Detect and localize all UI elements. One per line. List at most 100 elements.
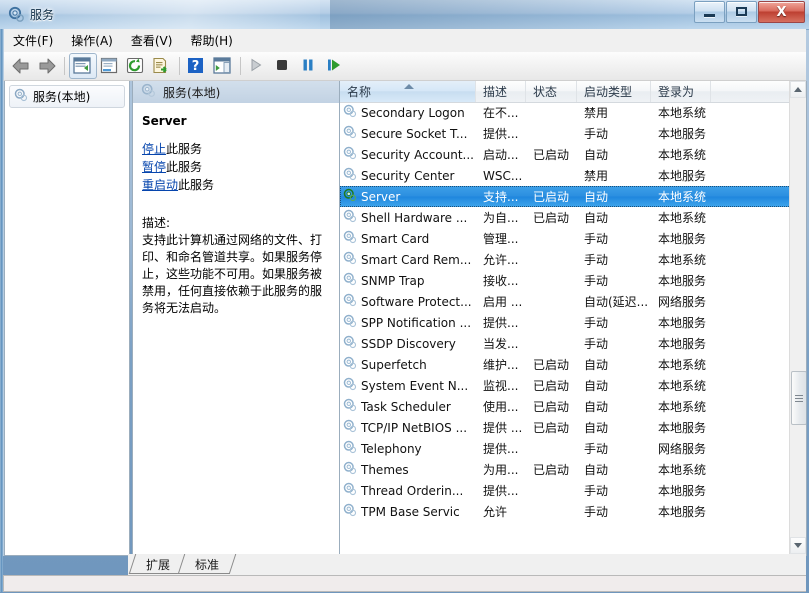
- scroll-up-button[interactable]: [790, 81, 806, 98]
- scrollbar-thumb[interactable]: [791, 371, 807, 425]
- table-row[interactable]: Secure Socket T...提供...手动本地服务: [340, 123, 791, 144]
- tab-standard[interactable]: 标准: [181, 554, 233, 574]
- back-icon[interactable]: [8, 54, 34, 78]
- menu-file[interactable]: 文件(F): [4, 29, 62, 52]
- table-row[interactable]: Smart Card Rem...允许...手动本地系统: [340, 249, 791, 270]
- window-title: 服务: [30, 6, 54, 23]
- cell-startup-type: 自动(延迟...: [577, 293, 651, 310]
- table-row[interactable]: TCP/IP NetBIOS ...提供 ...已启动自动本地服务: [340, 417, 791, 438]
- cell-service-name: Software Protect...: [340, 293, 476, 310]
- table-row[interactable]: Server支持...已启动自动本地系统: [340, 186, 791, 207]
- cell-service-name: Smart Card: [340, 230, 476, 247]
- cell-service-name: Themes: [340, 461, 476, 478]
- cell-service-name: Superfetch: [340, 356, 476, 373]
- column-spacer[interactable]: [711, 81, 791, 102]
- export-list-icon[interactable]: [149, 54, 175, 78]
- cell-description: 提供...: [476, 440, 526, 457]
- table-row[interactable]: System Event N...监视...已启动自动本地系统: [340, 375, 791, 396]
- content-area: 服务(本地) 服务(本地) Server: [3, 81, 806, 556]
- column-name[interactable]: 名称: [340, 81, 476, 102]
- cell-status: 已启动: [526, 377, 577, 394]
- cell-service-name: Secondary Logon: [340, 104, 476, 121]
- cell-service-name: System Event N...: [340, 377, 476, 394]
- menu-view[interactable]: 查看(V): [122, 29, 182, 52]
- tab-extended[interactable]: 扩展: [132, 554, 184, 574]
- service-name-label: Server: [361, 190, 400, 204]
- table-row[interactable]: Themes为用...已启动自动本地系统: [340, 459, 791, 480]
- stop-service-link[interactable]: 停止此服务: [142, 142, 331, 157]
- svg-text:?: ?: [192, 59, 200, 74]
- show-hide-tree-icon[interactable]: [69, 53, 97, 79]
- cell-service-name: Security Center: [340, 167, 476, 184]
- service-name-label: Themes: [361, 463, 409, 477]
- cell-logon-as: 本地服务: [651, 167, 711, 184]
- table-row[interactable]: Smart Card管理...手动本地服务: [340, 228, 791, 249]
- stop-service-icon[interactable]: [271, 54, 297, 78]
- sort-ascending-icon: [404, 84, 414, 89]
- services-window: 服务 X 文件(F) 操作(A) 查看(V) 帮助(H): [0, 0, 809, 593]
- minimize-button[interactable]: [694, 1, 725, 23]
- table-row[interactable]: Task Scheduler使用...已启动自动本地系统: [340, 396, 791, 417]
- pause-service-icon[interactable]: [297, 54, 323, 78]
- maximize-button[interactable]: [726, 1, 757, 23]
- table-row[interactable]: Telephony提供...手动网络服务: [340, 438, 791, 459]
- service-name-label: SPP Notification ...: [361, 316, 471, 330]
- close-button[interactable]: X: [758, 1, 805, 23]
- cell-logon-as: 本地系统: [651, 377, 711, 394]
- cell-status: 已启动: [526, 461, 577, 478]
- column-logon-as[interactable]: 登录为: [651, 81, 711, 102]
- table-row[interactable]: Security Account...启动...已启动自动本地系统: [340, 144, 791, 165]
- cell-description: 提供...: [476, 482, 526, 499]
- services-gear-icon: [343, 104, 357, 121]
- tree-pane: 服务(本地): [4, 81, 130, 556]
- services-list-rows: Secondary Logon在不...禁用本地系统Secure Socket …: [340, 102, 791, 555]
- refresh-icon[interactable]: [123, 54, 149, 78]
- chevron-down-icon: [794, 543, 802, 548]
- properties-icon[interactable]: [97, 54, 123, 78]
- service-name-label: Shell Hardware ...: [361, 211, 467, 225]
- table-row[interactable]: Software Protect...启用 ...自动(延迟...网络服务: [340, 291, 791, 312]
- services-gear-icon: [343, 398, 357, 415]
- cell-service-name: Secure Socket T...: [340, 125, 476, 142]
- show-action-pane-icon[interactable]: [210, 54, 236, 78]
- cell-logon-as: 本地服务: [651, 125, 711, 142]
- detail-pane: 服务(本地) Server 停止此服务 暂停此服务 重启动此服务 描述: 支持此…: [132, 81, 341, 556]
- sidebar-item-services-local[interactable]: 服务(本地): [9, 85, 125, 108]
- cell-logon-as: 本地系统: [651, 356, 711, 373]
- cell-startup-type: 手动: [577, 314, 651, 331]
- table-row[interactable]: Security CenterWSC...禁用本地服务: [340, 165, 791, 186]
- menu-help[interactable]: 帮助(H): [181, 29, 241, 52]
- detail-header-label: 服务(本地): [163, 84, 220, 101]
- list-vertical-scrollbar[interactable]: [789, 81, 806, 554]
- table-row[interactable]: TPM Base Servic允许手动本地服务: [340, 501, 791, 522]
- forward-icon[interactable]: [34, 54, 60, 78]
- table-row[interactable]: SPP Notification ...提供...手动本地服务: [340, 312, 791, 333]
- table-row[interactable]: Thread Orderin...提供...手动本地服务: [340, 480, 791, 501]
- restart-service-icon[interactable]: [323, 54, 349, 78]
- service-name-label: TCP/IP NetBIOS ...: [361, 421, 467, 435]
- service-name-label: SNMP Trap: [361, 274, 424, 288]
- cell-description: 允许...: [476, 251, 526, 268]
- table-row[interactable]: SSDP Discovery当发...手动本地服务: [340, 333, 791, 354]
- selected-service-title: Server: [142, 114, 331, 128]
- service-name-label: SSDP Discovery: [361, 337, 456, 351]
- restart-service-link[interactable]: 重启动此服务: [142, 178, 331, 193]
- column-description[interactable]: 描述: [476, 81, 526, 102]
- table-row[interactable]: SNMP Trap接收...手动本地服务: [340, 270, 791, 291]
- services-gear-icon: [343, 335, 357, 352]
- toolbar-separator-2: [179, 57, 180, 75]
- help-icon[interactable]: ?: [184, 54, 210, 78]
- toolbar: ?: [3, 52, 806, 81]
- table-row[interactable]: Shell Hardware ...为自...已启动自动本地系统: [340, 207, 791, 228]
- column-startup-type[interactable]: 启动类型: [577, 81, 651, 102]
- scroll-down-button[interactable]: [790, 537, 806, 554]
- service-name-label: Smart Card Rem...: [361, 253, 471, 267]
- pause-service-link[interactable]: 暂停此服务: [142, 160, 331, 175]
- menu-action[interactable]: 操作(A): [62, 29, 122, 52]
- stop-service-link-text: 停止: [142, 142, 166, 156]
- table-row[interactable]: Secondary Logon在不...禁用本地系统: [340, 102, 791, 123]
- cell-startup-type: 手动: [577, 251, 651, 268]
- column-status[interactable]: 状态: [526, 81, 577, 102]
- table-row[interactable]: Superfetch维护...已启动自动本地系统: [340, 354, 791, 375]
- start-service-icon[interactable]: [245, 54, 271, 78]
